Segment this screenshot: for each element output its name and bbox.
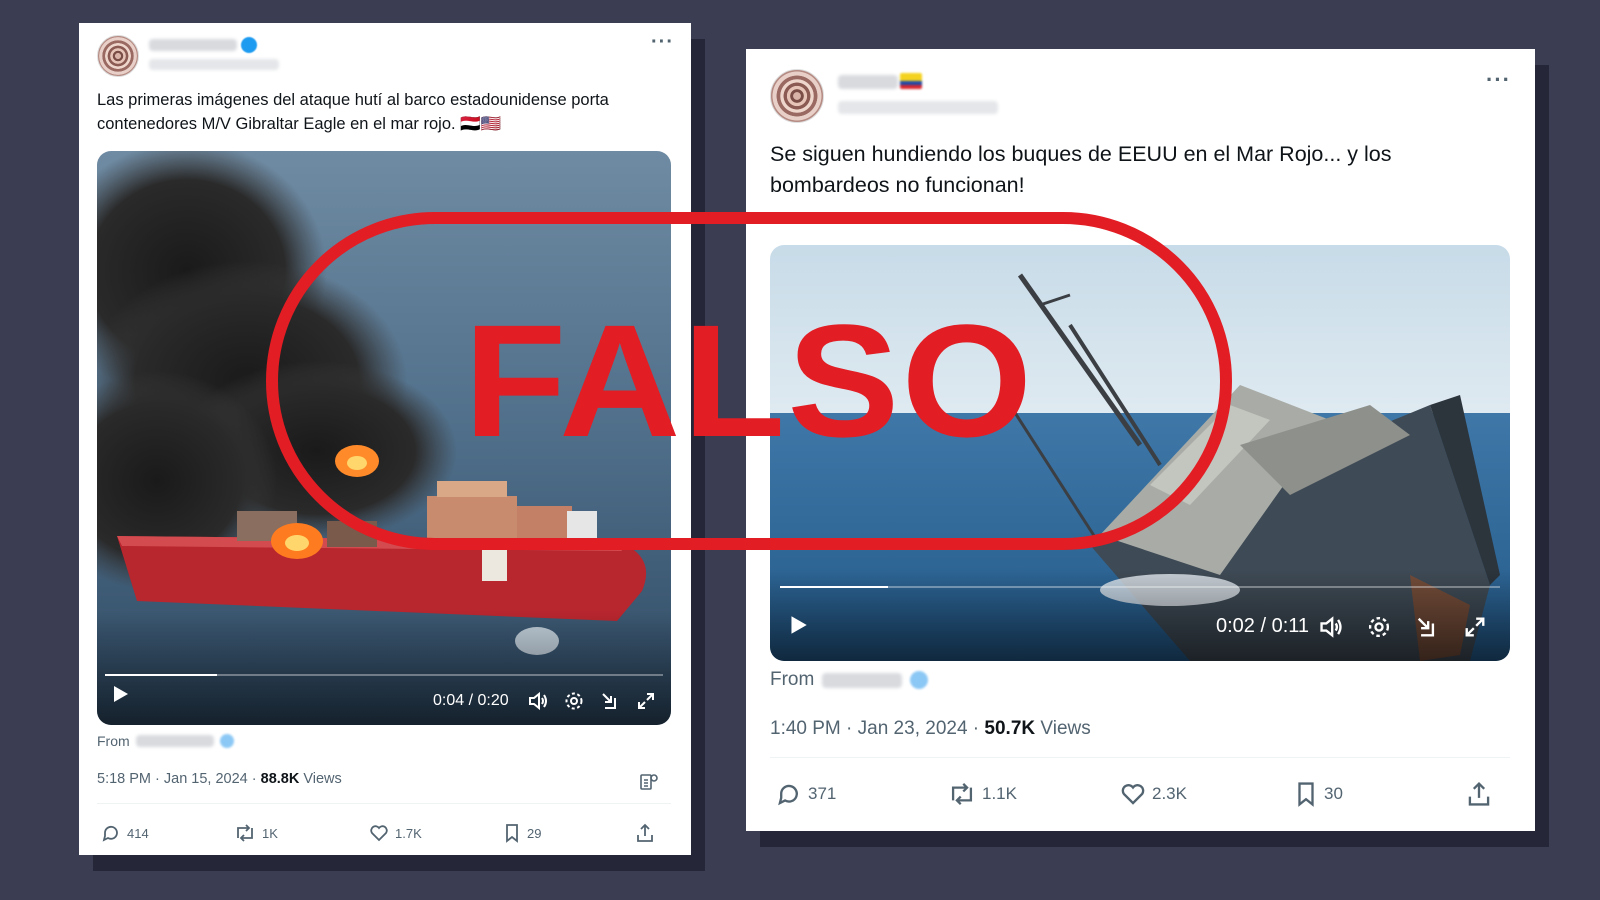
verified-badge-icon bbox=[241, 37, 257, 53]
fullscreen-icon[interactable] bbox=[1462, 614, 1488, 645]
video-progress-fill bbox=[780, 586, 888, 588]
video-progress-track[interactable] bbox=[105, 674, 663, 676]
repost-button[interactable]: 1K bbox=[234, 823, 278, 843]
video-progress-fill bbox=[105, 674, 217, 676]
bookmark-count: 29 bbox=[527, 825, 542, 841]
reply-count: 414 bbox=[127, 825, 149, 841]
share-button[interactable] bbox=[1466, 781, 1492, 807]
bookmark-icon bbox=[1298, 782, 1314, 807]
repost-count: 1.1K bbox=[982, 784, 1017, 803]
reply-button[interactable]: 414 bbox=[101, 823, 149, 843]
tweet-timestamp[interactable]: 1:40 PM · Jan 23, 2024 · 50.7K Views bbox=[770, 718, 1091, 740]
display-name-blurred[interactable] bbox=[838, 75, 898, 89]
video-time: 0:04 / 0:20 bbox=[433, 692, 509, 709]
like-count: 2.3K bbox=[1152, 784, 1187, 803]
handle-blurred[interactable] bbox=[838, 101, 998, 114]
reply-button[interactable]: 371 bbox=[776, 781, 836, 807]
dock-icon[interactable] bbox=[1414, 614, 1440, 645]
repost-icon bbox=[237, 824, 253, 842]
fullscreen-icon[interactable] bbox=[635, 690, 657, 717]
share-button[interactable] bbox=[635, 823, 655, 843]
views-count: 50.7K bbox=[984, 718, 1036, 739]
volume-icon[interactable] bbox=[527, 690, 549, 717]
from-label: From bbox=[97, 733, 130, 749]
reply-icon bbox=[778, 784, 798, 806]
views-label: Views bbox=[1035, 718, 1091, 739]
bookmark-icon bbox=[506, 824, 518, 843]
from-account-blurred[interactable] bbox=[822, 672, 903, 688]
share-icon bbox=[637, 823, 653, 842]
play-icon[interactable] bbox=[109, 683, 131, 710]
from-label: From bbox=[770, 669, 815, 690]
share-icon bbox=[1468, 781, 1490, 806]
analytics-icon[interactable] bbox=[639, 772, 659, 797]
verified-badge-icon bbox=[910, 671, 929, 689]
more-icon[interactable]: ··· bbox=[1486, 67, 1511, 93]
volume-icon[interactable] bbox=[1318, 614, 1344, 645]
like-count: 1.7K bbox=[395, 825, 422, 841]
tweet-text: Se siguen hundiendo los buques de EEUU e… bbox=[770, 142, 1392, 198]
tweet-timestamp[interactable]: 5:18 PM · Jan 15, 2024 · 88.8K Views bbox=[97, 771, 342, 787]
dock-icon[interactable] bbox=[599, 690, 621, 717]
display-name-blurred[interactable] bbox=[149, 39, 237, 51]
video-progress-track[interactable] bbox=[780, 586, 1500, 588]
from-attribution[interactable]: From bbox=[97, 733, 234, 749]
avatar[interactable] bbox=[97, 35, 139, 77]
handle-blurred[interactable] bbox=[149, 59, 279, 70]
timestamp-text: 5:18 PM · Jan 15, 2024 · bbox=[97, 771, 261, 787]
reply-icon bbox=[102, 825, 118, 842]
repost-button[interactable]: 1.1K bbox=[948, 781, 1017, 807]
settings-icon[interactable] bbox=[1366, 614, 1392, 645]
bookmark-count: 30 bbox=[1324, 784, 1343, 803]
verified-badge-icon bbox=[219, 734, 234, 748]
avatar[interactable] bbox=[770, 69, 824, 123]
like-icon bbox=[370, 825, 388, 842]
repost-icon bbox=[951, 783, 973, 805]
views-count: 88.8K bbox=[260, 771, 300, 787]
from-account-blurred[interactable] bbox=[135, 735, 214, 747]
settings-icon[interactable] bbox=[563, 690, 585, 717]
flag-icon bbox=[900, 73, 922, 89]
views-label: Views bbox=[299, 771, 342, 787]
tweet-text: Las primeras imágenes del ataque hutí al… bbox=[97, 91, 609, 133]
repost-count: 1K bbox=[262, 825, 278, 841]
more-icon[interactable]: ··· bbox=[651, 31, 674, 54]
play-icon[interactable] bbox=[786, 613, 810, 642]
from-attribution[interactable]: From bbox=[770, 669, 929, 691]
like-button[interactable]: 2.3K bbox=[1120, 781, 1187, 807]
reply-count: 371 bbox=[808, 784, 837, 803]
timestamp-text: 1:40 PM · Jan 23, 2024 · bbox=[770, 718, 985, 739]
like-button[interactable]: 1.7K bbox=[369, 823, 422, 843]
divider bbox=[97, 803, 671, 804]
falso-stamp-label: FALSO bbox=[463, 291, 1035, 470]
bookmark-button[interactable]: 30 bbox=[1294, 781, 1343, 807]
video-time: 0:02 / 0:11 bbox=[1216, 615, 1310, 637]
bookmark-button[interactable]: 29 bbox=[503, 823, 541, 843]
divider bbox=[770, 757, 1510, 758]
like-icon bbox=[1121, 784, 1145, 805]
